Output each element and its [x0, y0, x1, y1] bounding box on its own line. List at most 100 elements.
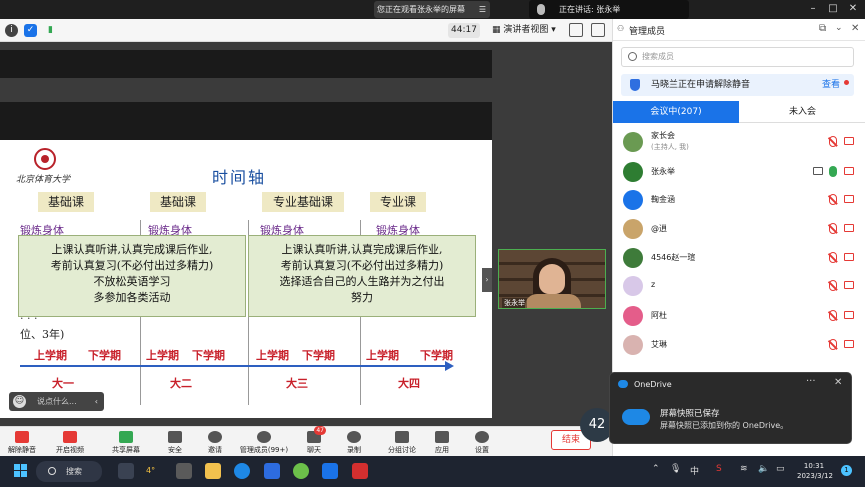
- member-search-input[interactable]: 搜索成员: [621, 47, 854, 67]
- signal-icon[interactable]: ▮: [44, 24, 57, 37]
- unmute-button[interactable]: 解除静音: [2, 427, 42, 457]
- breakout-button[interactable]: 分组讨论: [382, 427, 422, 457]
- mic-tray-icon[interactable]: 🎙: [670, 464, 681, 474]
- search-placeholder: 搜索成员: [642, 52, 674, 61]
- close-panel-icon[interactable]: ✕: [851, 23, 859, 34]
- close-icon[interactable]: ✕: [846, 2, 860, 16]
- popout-icon[interactable]: ⧉: [819, 23, 826, 34]
- invite-button[interactable]: 邀请: [195, 427, 235, 457]
- mic-off-icon[interactable]: [829, 194, 837, 205]
- maximize-icon[interactable]: □: [826, 2, 840, 16]
- member-row[interactable]: 艾琳: [613, 330, 865, 360]
- browser-icon[interactable]: [293, 463, 309, 479]
- camera-off-icon[interactable]: [844, 195, 854, 203]
- tab-in-meeting[interactable]: 会议中(207): [613, 101, 739, 123]
- bottom-toolbar: 解除静音 开启视频 共享屏幕 安全 邀请 管理成员(99+) 47 聊天 录制 分…: [0, 426, 612, 456]
- sogou-icon[interactable]: S: [716, 464, 722, 474]
- camera-off-icon[interactable]: [844, 167, 854, 175]
- camera-off-icon[interactable]: [844, 224, 854, 232]
- clock[interactable]: 10:31 2023/3/12: [797, 461, 833, 481]
- camera-off-icon[interactable]: [844, 137, 854, 145]
- wifi-icon[interactable]: ≋: [740, 464, 748, 474]
- notification-title: 屏幕快照已保存: [660, 409, 720, 419]
- camera-off-icon[interactable]: [844, 311, 854, 319]
- info-icon[interactable]: i: [5, 24, 18, 37]
- column-tag: 基础课: [150, 192, 206, 212]
- screen-share-notice[interactable]: 您正在观看张永举的屏幕 ☰: [374, 1, 490, 18]
- start-video-button[interactable]: 开启视频: [50, 427, 90, 457]
- windows-start-icon[interactable]: [14, 464, 28, 478]
- battery-icon[interactable]: ▭: [776, 464, 785, 474]
- apps-button[interactable]: 应用: [422, 427, 462, 457]
- store-icon[interactable]: [264, 463, 280, 479]
- letterbox-top: [0, 50, 492, 78]
- volume-muted-icon[interactable]: 🔈: [758, 464, 769, 474]
- member-row[interactable]: 鞠金涵: [613, 185, 865, 215]
- menu-icon[interactable]: ☰: [479, 1, 486, 18]
- mic-off-icon[interactable]: [829, 223, 837, 234]
- share-screen-button[interactable]: 共享屏幕: [106, 427, 146, 457]
- notification-count[interactable]: 1: [841, 465, 852, 476]
- member-row[interactable]: 阿杜: [613, 301, 865, 331]
- edge-icon[interactable]: [234, 463, 250, 479]
- taskbar-search[interactable]: 搜索: [36, 461, 102, 482]
- year-label: 大二: [170, 377, 192, 390]
- meeting-app-icon[interactable]: [322, 463, 338, 479]
- mic-off-icon[interactable]: [829, 310, 837, 321]
- tray-chevron-icon[interactable]: ⌃: [652, 464, 660, 474]
- settings-label: 设置: [475, 446, 489, 454]
- file-explorer-icon[interactable]: [205, 463, 221, 479]
- member-row[interactable]: @逍: [613, 214, 865, 244]
- widgets-icon[interactable]: [176, 463, 192, 479]
- camera-off-icon[interactable]: [844, 281, 854, 289]
- chevron-left-icon[interactable]: ‹: [95, 392, 98, 411]
- record-button[interactable]: 录制: [334, 427, 374, 457]
- avatar: [623, 162, 643, 182]
- member-row[interactable]: 家长会 (主持人, 我): [613, 127, 865, 157]
- chat-button[interactable]: 47 聊天: [294, 426, 334, 457]
- unmute-request-notice: 马晓兰正在申请解除静音 查看: [621, 74, 854, 96]
- camera-off-icon[interactable]: [844, 340, 854, 348]
- chevron-down-icon[interactable]: ⌄: [835, 23, 843, 33]
- chat-badge: 47: [314, 426, 326, 435]
- settings-button[interactable]: 设置: [462, 427, 502, 457]
- view-request-link[interactable]: 查看: [822, 74, 840, 96]
- task-view-icon[interactable]: [118, 463, 134, 479]
- onedrive-icon: [618, 380, 628, 388]
- wps-icon[interactable]: [352, 463, 368, 479]
- video-tile[interactable]: 张永举: [498, 249, 606, 309]
- ime-indicator[interactable]: 中: [690, 464, 699, 477]
- mic-off-icon[interactable]: [829, 136, 837, 147]
- more-icon[interactable]: ···: [806, 376, 816, 387]
- member-row[interactable]: 4546赵一瑄: [613, 243, 865, 273]
- onedrive-notification[interactable]: OneDrive ··· ✕ 屏幕快照已保存 屏幕快照已添加到你的 OneDri…: [609, 372, 852, 444]
- camera-off-icon: [63, 431, 77, 443]
- clock-time: 10:31: [803, 462, 825, 470]
- manage-members-button[interactable]: 管理成员(99+): [238, 427, 290, 457]
- avatar: [623, 132, 643, 152]
- collapse-video-button[interactable]: ›: [482, 268, 492, 292]
- mic-on-icon[interactable]: [829, 166, 837, 177]
- tab-not-joined[interactable]: 未入会: [739, 101, 865, 123]
- search-icon: [628, 52, 637, 61]
- mic-off-icon[interactable]: [829, 280, 837, 291]
- close-icon[interactable]: ✕: [834, 377, 842, 388]
- fullscreen-icon[interactable]: [569, 23, 583, 37]
- security-button[interactable]: 安全: [155, 427, 195, 457]
- weather-icon[interactable]: 4°: [146, 463, 162, 479]
- shield-icon[interactable]: ✓: [24, 24, 37, 37]
- slide-title: 时间轴: [212, 168, 267, 187]
- member-row[interactable]: 张永举: [613, 157, 865, 187]
- mic-off-icon[interactable]: [829, 252, 837, 263]
- record-label: 录制: [347, 446, 361, 454]
- view-mode-button[interactable]: ▦ 演讲者视图 ▾: [492, 23, 562, 38]
- quick-chat-input[interactable]: ☺ 说点什么... ‹: [9, 392, 104, 411]
- minimize-icon[interactable]: –: [806, 2, 820, 16]
- camera-off-icon[interactable]: [844, 253, 854, 261]
- text-line: 选择适合自己的人生路并为之付出: [279, 275, 445, 288]
- chevron-down-icon: ▾: [548, 25, 556, 35]
- member-row[interactable]: z: [613, 271, 865, 301]
- mic-off-icon[interactable]: [829, 339, 837, 350]
- emoji-icon[interactable]: ☺: [13, 395, 26, 408]
- layout-icon[interactable]: [591, 23, 605, 37]
